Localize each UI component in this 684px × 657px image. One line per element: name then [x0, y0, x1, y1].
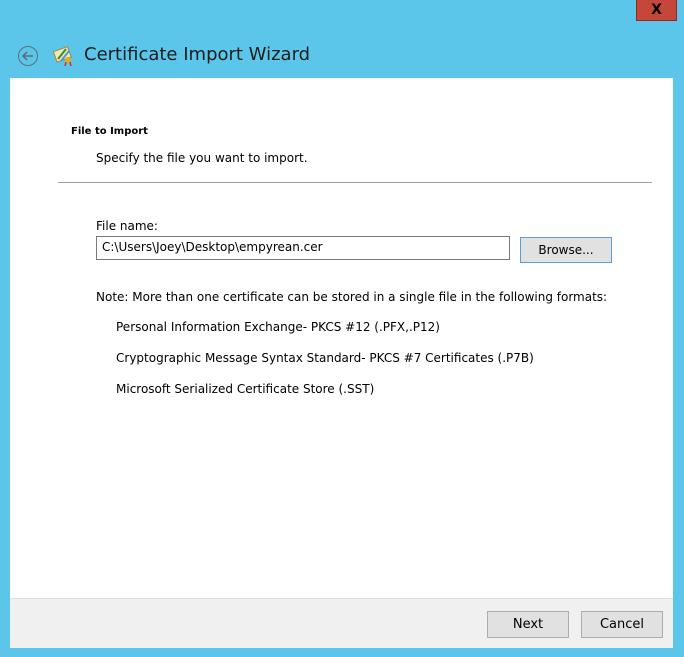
certificate-import-wizard-window: X Certificate Import Wizard File to Impo…	[0, 0, 684, 657]
file-name-label: File name:	[96, 219, 158, 233]
close-button[interactable]: X	[636, 0, 677, 21]
back-button[interactable]	[18, 46, 38, 66]
header-divider	[58, 182, 652, 183]
back-arrow-icon	[22, 51, 33, 61]
format-item-pfx: Personal Information Exchange- PKCS #12 …	[116, 320, 440, 334]
wizard-header: Certificate Import Wizard	[0, 36, 684, 76]
close-icon: X	[651, 2, 662, 18]
format-item-p7b: Cryptographic Message Syntax Standard- P…	[116, 351, 534, 365]
file-name-input[interactable]: C:\Users\Joey\Desktop\empyrean.cer	[96, 236, 510, 260]
page-subheading: Specify the file you want to import.	[96, 151, 308, 165]
wizard-title: Certificate Import Wizard	[84, 44, 311, 65]
wizard-content: File to Import Specify the file you want…	[10, 78, 673, 598]
browse-button[interactable]: Browse...	[520, 237, 612, 263]
wizard-footer: Next Cancel	[10, 598, 673, 648]
certificate-icon	[52, 45, 72, 67]
format-item-sst: Microsoft Serialized Certificate Store (…	[116, 382, 375, 396]
formats-note: Note: More than one certificate can be s…	[96, 290, 608, 304]
page-heading: File to Import	[71, 126, 148, 137]
cancel-button[interactable]: Cancel	[581, 611, 663, 638]
next-button[interactable]: Next	[487, 611, 569, 638]
